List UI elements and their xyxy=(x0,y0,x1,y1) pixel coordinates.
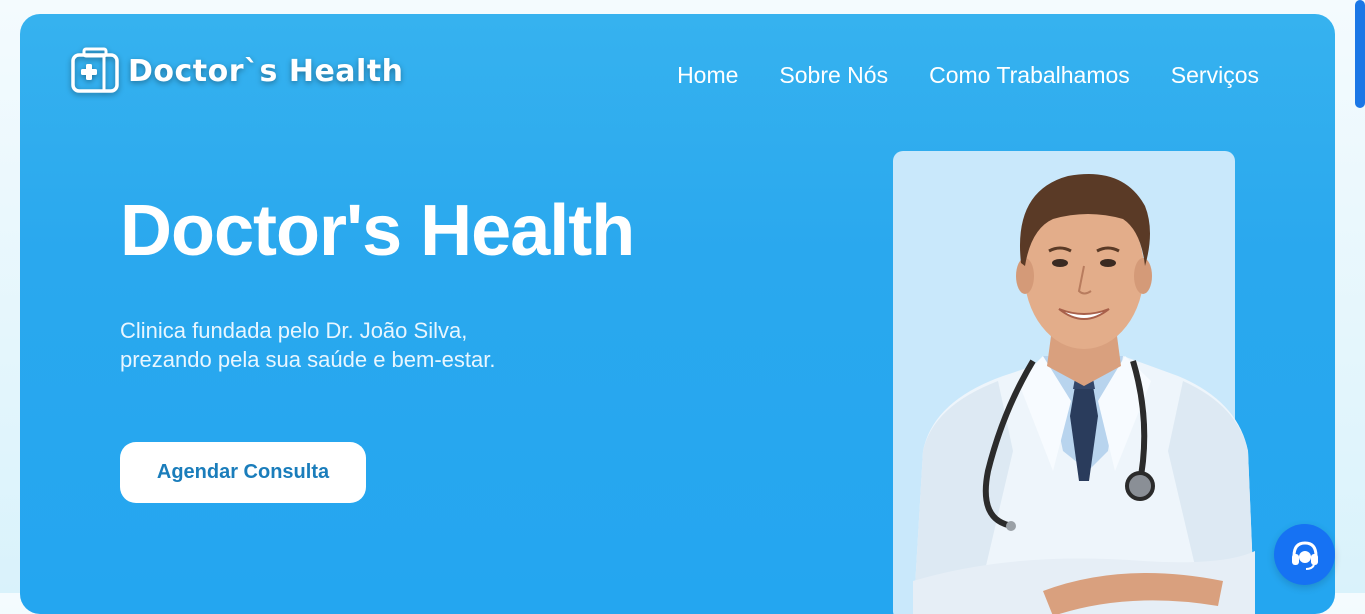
brand-logo[interactable]: Doctor`s Health xyxy=(70,46,404,96)
hero-section: Doctor`s Health Home Sobre Nós Como Trab… xyxy=(20,14,1335,614)
nav-item-sobre-nos[interactable]: Sobre Nós xyxy=(779,62,888,89)
schedule-appointment-button[interactable]: Agendar Consulta xyxy=(120,442,366,503)
nav-item-servicos[interactable]: Serviços xyxy=(1171,62,1259,89)
doctor-photo-card xyxy=(893,151,1255,614)
scrollbar-thumb[interactable] xyxy=(1355,0,1365,108)
nav-item-como-trabalhamos[interactable]: Como Trabalhamos xyxy=(929,62,1130,89)
nav-item-home[interactable]: Home xyxy=(677,62,738,89)
brand-name: Doctor`s Health xyxy=(128,53,404,89)
main-navigation: Home Sobre Nós Como Trabalhamos Serviços xyxy=(677,62,1259,89)
support-chat-button[interactable] xyxy=(1274,524,1335,585)
headset-icon xyxy=(1291,540,1318,570)
doctor-portrait xyxy=(913,174,1255,614)
hero-title: Doctor's Health xyxy=(120,191,635,271)
medical-kit-icon xyxy=(71,47,119,93)
hero-subtitle: Clinica fundada pelo Dr. João Silva, pre… xyxy=(120,318,496,372)
page-scrollbar[interactable] xyxy=(1355,0,1365,593)
